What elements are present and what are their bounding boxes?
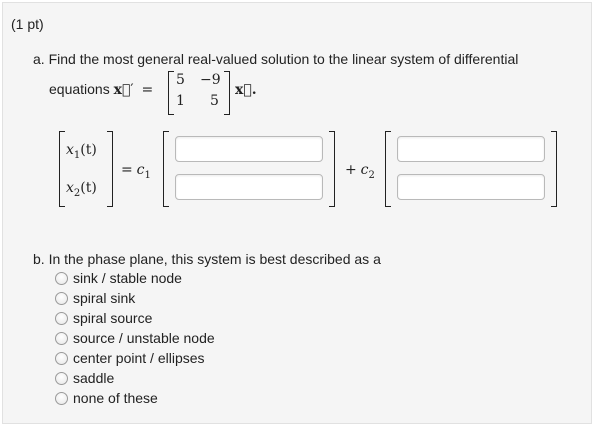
equations-word: equations <box>49 81 110 97</box>
lhs-vector: x⃗ <box>113 82 131 98</box>
radio-button[interactable] <box>55 331 68 345</box>
period: . <box>251 82 257 98</box>
problem-panel: (1 pt) a. Find the most general real-val… <box>2 2 592 424</box>
radio-button[interactable] <box>55 391 68 405</box>
x2-of-t: x2(t) <box>66 179 97 199</box>
matrix-left-bracket <box>168 71 174 115</box>
c2-right-bracket <box>551 131 557 207</box>
option-center-point-ellipses[interactable]: center point / ellipses <box>55 349 205 367</box>
c1-left-bracket <box>163 131 169 207</box>
radio-button[interactable] <box>55 311 68 325</box>
option-label: source / unstable node <box>73 330 215 346</box>
rhs-vector: x⃗ <box>235 82 252 98</box>
option-sink-stable-node[interactable]: sink / stable node <box>55 269 182 287</box>
option-spiral-source[interactable]: spiral source <box>55 309 152 327</box>
solution-equals: = <box>121 162 133 178</box>
solution-right-bracket <box>107 131 113 207</box>
c2-subscript: 2 <box>368 169 375 181</box>
option-none-of-these[interactable]: none of these <box>55 389 158 407</box>
c2-left-bracket <box>385 131 391 207</box>
option-label: spiral sink <box>73 290 136 306</box>
part-a-prompt: a. Find the most general real-valued sol… <box>33 51 519 67</box>
option-label: spiral source <box>73 310 153 326</box>
matrix-cell-22: 5 <box>210 93 219 109</box>
radio-button[interactable] <box>55 291 68 305</box>
coefficient-matrix: 5 −9 1 5 <box>168 71 230 115</box>
option-label: none of these <box>73 390 158 406</box>
option-label: center point / ellipses <box>73 350 205 366</box>
prime-symbol: ′ <box>130 82 134 98</box>
c1-bottom-input[interactable] <box>175 174 323 200</box>
matrix-cell-21: 1 <box>176 93 185 109</box>
c1-subscript: 1 <box>144 169 151 181</box>
radio-button[interactable] <box>55 351 68 365</box>
matrix-cell-11: 5 <box>176 72 185 88</box>
c1-coefficient: = c1 <box>121 161 151 181</box>
part-b-prompt: b. In the phase plane, this system is be… <box>33 251 381 267</box>
rhs-term: x⃗. <box>235 81 257 98</box>
plus-sign: + <box>345 162 357 178</box>
equals-sign: = <box>141 82 154 98</box>
solution-left-bracket <box>59 131 65 207</box>
equation-line: equations x⃗′ = <box>49 81 153 98</box>
x1-argument: (t) <box>80 142 97 158</box>
points-label: (1 pt) <box>11 16 44 32</box>
radio-button[interactable] <box>55 371 68 385</box>
option-source-unstable-node[interactable]: source / unstable node <box>55 329 215 347</box>
radio-button[interactable] <box>55 271 68 285</box>
x2-argument: (t) <box>80 180 97 196</box>
x2-symbol: x <box>66 180 74 196</box>
x1-of-t: x1(t) <box>66 141 97 161</box>
c2-bottom-input[interactable] <box>397 174 545 200</box>
c1-top-input[interactable] <box>175 136 323 162</box>
option-label: sink / stable node <box>73 270 182 286</box>
option-spiral-sink[interactable]: spiral sink <box>55 289 135 307</box>
c2-coefficient: + c2 <box>345 161 375 181</box>
matrix-cell-12: −9 <box>200 72 221 88</box>
x1-symbol: x <box>66 142 74 158</box>
option-label: saddle <box>73 370 115 386</box>
option-saddle[interactable]: saddle <box>55 369 114 387</box>
matrix-right-bracket <box>224 71 230 115</box>
c2-top-input[interactable] <box>397 136 545 162</box>
c1-right-bracket <box>329 131 335 207</box>
